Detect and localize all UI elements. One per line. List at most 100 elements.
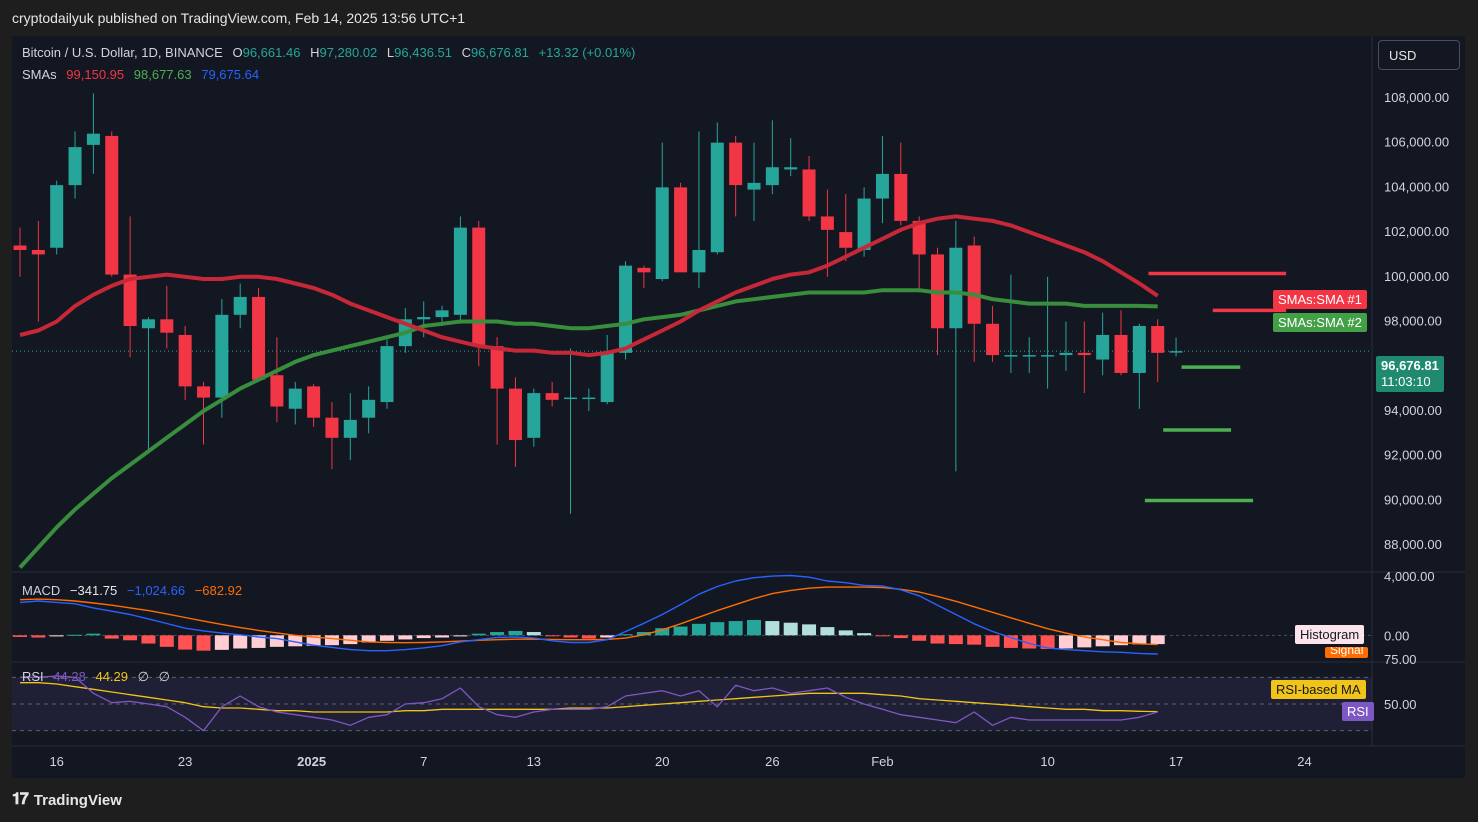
candle	[325, 402, 339, 470]
macd-histogram-bar	[123, 635, 138, 641]
candle-body	[215, 314, 229, 398]
candle	[86, 93, 100, 174]
macd-histogram-bar	[159, 635, 174, 647]
candle-body	[270, 375, 284, 407]
sma1-price-tag: SMAs:SMA #1	[1273, 290, 1367, 309]
candle-body	[747, 182, 761, 190]
candle	[967, 236, 981, 362]
time-tick-label: 7	[420, 754, 427, 769]
candle	[600, 334, 614, 405]
candle	[1096, 312, 1110, 376]
candle	[710, 122, 724, 255]
sma-legend[interactable]: SMAs 99,150.95 98,677.63 79,675.64	[22, 67, 265, 82]
candle-body	[765, 167, 779, 186]
macd-legend[interactable]: MACD −341.75 −1,024.66 −682.92	[22, 583, 248, 598]
price-tick-label: 92,000.00	[1384, 448, 1442, 463]
macd-hist-value: −682.92	[194, 583, 243, 598]
footer-brand[interactable]: 𝟏𝟕 TradingView	[12, 791, 122, 809]
currency-button[interactable]: USD	[1378, 40, 1460, 70]
rsi-value: 44.28	[53, 669, 86, 684]
candle-body	[875, 173, 889, 199]
price-tick-label: 94,000.00	[1384, 403, 1442, 418]
macd-histogram-bar	[526, 632, 541, 636]
open-label: O	[232, 45, 243, 60]
open-value: 96,661.46	[242, 45, 301, 60]
macd-histogram-bar	[233, 635, 248, 649]
histogram-tag: Histogram	[1295, 625, 1365, 644]
macd-histogram-bar	[747, 619, 761, 636]
candle-body	[197, 386, 210, 398]
chart-svg[interactable]: 88,000.0090,000.0092,000.0094,000.0096,0…	[0, 0, 1478, 822]
candle-body	[105, 135, 119, 275]
time-tick-label: 24	[1297, 754, 1311, 769]
candle	[747, 142, 761, 221]
macd-signal-value: −1,024.66	[126, 583, 186, 598]
candle	[270, 337, 284, 423]
candle-body	[1096, 334, 1110, 360]
candle	[380, 339, 394, 409]
candle-body	[545, 393, 559, 400]
candle	[1169, 337, 1183, 357]
candle-body	[252, 296, 266, 380]
candle-body	[1151, 326, 1165, 353]
candle	[233, 283, 247, 329]
macd-value: −341.75	[69, 583, 118, 598]
price-tick-label: 104,000.00	[1384, 179, 1449, 194]
candle	[343, 393, 357, 461]
macd-histogram-bar	[563, 635, 578, 638]
bar-countdown: 11:03:10	[1381, 374, 1431, 389]
candle	[160, 285, 174, 349]
sma2-price-tag: SMAs:SMA #2	[1273, 313, 1367, 332]
candle-body	[894, 173, 908, 221]
time-tick-label: 26	[765, 754, 779, 769]
macd-histogram-bar	[1114, 635, 1128, 646]
macd-histogram-bar	[508, 630, 523, 636]
candle	[31, 220, 45, 322]
macd-histogram-bar	[435, 635, 450, 638]
candle	[13, 227, 27, 277]
candle	[674, 182, 688, 273]
candle-body	[692, 249, 706, 273]
macd-histogram-bar	[1058, 635, 1073, 649]
macd-histogram-bar	[196, 635, 211, 651]
last-price-tag: 96,676.81 11:03:10	[1376, 356, 1444, 392]
candle	[288, 381, 302, 425]
candle	[655, 142, 669, 282]
candle	[490, 337, 504, 445]
candle	[582, 388, 596, 411]
macd-histogram-bar	[930, 635, 945, 644]
macd-histogram-bar	[471, 633, 486, 636]
candle-body	[380, 346, 394, 403]
candle	[784, 138, 798, 177]
macd-histogram-bar	[141, 635, 156, 644]
sma3-value: 79,675.64	[201, 67, 260, 82]
candle-body	[490, 346, 504, 389]
macd-histogram-bar	[13, 635, 27, 637]
rsi-tick-label: 75.00	[1384, 652, 1417, 667]
rsi-tick-label: 50.00	[1384, 697, 1417, 712]
candle-body	[417, 317, 431, 320]
macd-histogram-bar	[214, 635, 229, 650]
candle	[141, 317, 155, 452]
candle	[1151, 319, 1165, 382]
macd-histogram-bar	[857, 633, 872, 636]
candle-body	[1077, 352, 1091, 356]
candle-body	[1004, 355, 1018, 357]
candle	[1059, 321, 1073, 371]
candle-body	[949, 247, 963, 329]
rsi-ma-tag: RSI-based MA	[1271, 680, 1366, 699]
rsi-ma-value: 44.29	[95, 669, 129, 684]
candle	[839, 194, 853, 262]
last-price: 96,676.81	[1381, 358, 1439, 373]
macd-histogram-bar	[49, 635, 64, 637]
candle-body	[564, 397, 577, 400]
rsi-legend[interactable]: RSI 44.28 44.29 ∅ ∅	[22, 669, 176, 685]
time-tick-label: 16	[49, 754, 63, 769]
tradingview-logo-icon: 𝟏𝟕	[12, 791, 29, 808]
candle-body	[68, 147, 82, 186]
candle	[50, 180, 64, 255]
signal-tag: Signal	[1325, 647, 1369, 658]
candle-body	[600, 352, 614, 403]
candle-body	[508, 388, 522, 441]
price-tick-label: 106,000.00	[1384, 135, 1449, 150]
